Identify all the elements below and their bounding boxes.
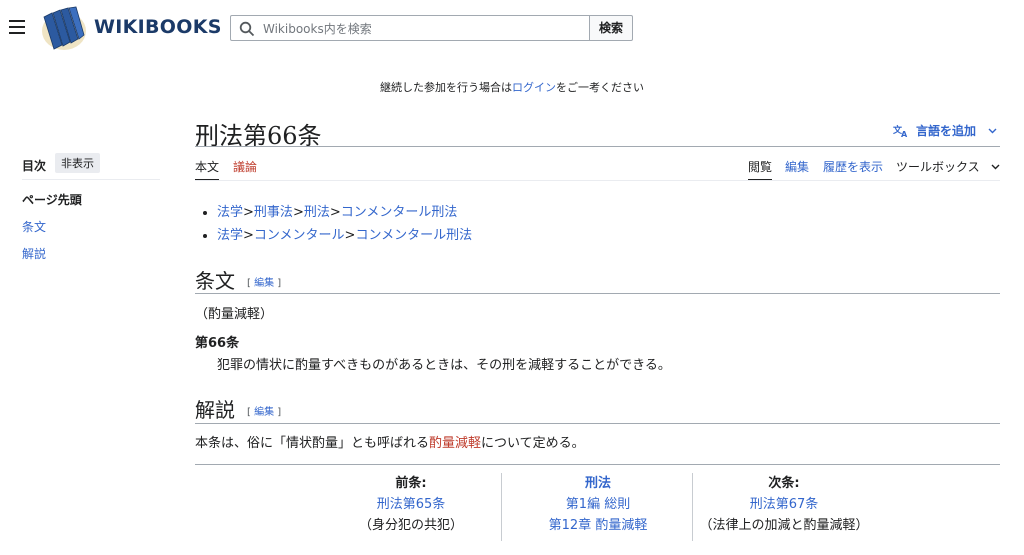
login-notice: 継続した参加を行う場合はログインをご一考ください [0,79,1024,95]
breadcrumb: 法学>刑事法>刑法>コンメンタール刑法 [217,204,472,222]
breadcrumb-separator: > [292,205,304,220]
tabs-divider [195,180,1000,181]
svg-text:A: A [901,130,908,137]
nav-next: 次条: 刑法第67条 （法律上の加減と酌量減軽） [696,473,872,536]
add-language-label: 言語を追加 [916,124,977,138]
breadcrumb-link[interactable]: コンメンタール [254,228,345,243]
nav-prev-link[interactable]: 刑法第65条 [377,497,446,512]
nav-column-divider [501,473,502,541]
commentary-link[interactable]: 酌量減軽 [429,436,481,451]
nav-box-divider [195,464,1000,465]
section-edit-article: [ 編集 ] [247,278,282,289]
breadcrumb-link[interactable]: コンメンタール刑法 [355,228,472,243]
breadcrumb-link[interactable]: 刑法 [304,205,330,220]
nav-center-chapter[interactable]: 第12章 酌量減軽 [520,515,676,536]
breadcrumb-separator: > [243,205,254,220]
breadcrumb-separator: > [329,205,341,220]
toc-title: 目次 [22,159,47,173]
notice-text-after: をご一考ください [556,81,644,94]
toc-item-commentary[interactable]: 解説 [22,245,46,262]
nav-center-title[interactable]: 刑法 [520,473,676,494]
site-wordmark[interactable]: WIKIBOOKS [94,16,222,38]
article-caption: （酌量減軽） [195,307,274,322]
section-edit-commentary: [ 編集 ] [247,407,282,418]
search-icon [239,21,255,37]
nav-next-link[interactable]: 刑法第67条 [750,497,819,512]
section-heading-commentary: 解説 [195,398,235,422]
tab-read[interactable]: 閲覧 [748,158,772,175]
notice-text-before: 継続した参加を行う場合は [380,81,512,94]
nav-center: 刑法 第1編 総則 第12章 酌量減軽 [520,473,676,536]
nav-prev: 前条: 刑法第65条 （身分犯の共犯） [350,473,472,536]
toc-divider [22,179,160,180]
edit-link[interactable]: 編集 [254,278,274,289]
toc-item-top[interactable]: ページ先頭 [22,191,82,208]
menu-bar [9,20,25,22]
breadcrumb-link[interactable]: 法学 [217,205,243,220]
search-input[interactable] [261,18,585,40]
title-divider [195,146,1000,147]
tab-history[interactable]: 履歴を表示 [823,158,883,175]
nav-next-desc: （法律上の加減と酌量減軽） [699,518,869,533]
toolbox-label: ツールボックス [896,160,980,174]
menu-bar [9,26,25,28]
nav-column-divider [692,473,693,541]
tab-toolbox[interactable]: ツールボックス [896,158,1000,175]
main-menu-button[interactable] [9,20,25,34]
nav-prev-desc: （身分犯の共犯） [358,518,463,533]
tab-page[interactable]: 本文 [195,158,219,175]
breadcrumb-list: 法学>刑事法>刑法>コンメンタール刑法 法学>コンメンタール>コンメンタール刑法 [195,204,472,250]
commentary-text-before: 本条は、俗に「情状酌量」とも呼ばれる [195,436,430,451]
login-link[interactable]: ログイン [512,81,556,94]
article-number: 第66条 [195,336,240,351]
section-divider [195,293,1000,294]
nav-prev-label: 前条: [395,476,427,491]
article-text: 犯罪の情状に酌量すべきものがあるときは、その刑を減軽することができる。 [217,358,671,373]
breadcrumb-link[interactable]: 法学 [217,228,243,243]
search-box[interactable] [230,15,590,41]
breadcrumb-link[interactable]: 刑事法 [254,205,293,220]
edit-link[interactable]: 編集 [254,407,274,418]
breadcrumb: 法学>コンメンタール>コンメンタール刑法 [217,227,472,245]
add-language-button[interactable]: 文 A 言語を追加 [892,122,997,139]
breadcrumb-link[interactable]: コンメンタール刑法 [341,205,458,220]
tab-discussion[interactable]: 議論 [233,158,257,175]
nav-next-label: 次条: [768,476,800,491]
chevron-down-icon [991,164,1000,170]
breadcrumb-separator: > [344,228,356,243]
language-icon: 文 A [892,124,908,139]
chevron-down-icon [988,128,997,134]
section-heading-article: 条文 [195,269,235,293]
breadcrumb-separator: > [243,228,254,243]
commentary-text: 本条は、俗に「情状酌量」とも呼ばれる酌量減軽について定める。 [195,432,585,451]
section-divider [195,423,1000,424]
tab-edit[interactable]: 編集 [785,158,809,175]
commentary-text-after: について定める。 [481,436,585,451]
menu-bar [9,32,25,34]
nav-center-part[interactable]: 第1編 総則 [520,494,676,515]
toc-hide-button[interactable]: 非表示 [55,153,100,173]
wikibooks-logo-icon[interactable] [38,5,90,51]
toc-item-article[interactable]: 条文 [22,218,46,235]
search-button[interactable]: 検索 [589,15,633,41]
